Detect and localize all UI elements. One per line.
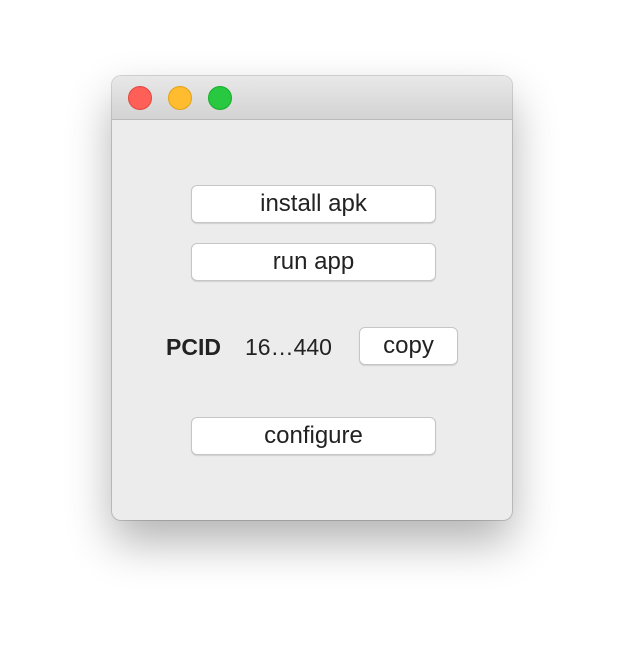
- pcid-value: 16…440: [245, 334, 332, 360]
- zoom-icon[interactable]: [208, 86, 232, 110]
- configure-button[interactable]: configure: [191, 417, 436, 455]
- app-window: install apk run app PCID 16…440 copy con…: [112, 76, 512, 520]
- pcid-label: PCID: [166, 334, 221, 360]
- install-apk-button[interactable]: install apk: [191, 185, 436, 223]
- run-app-button[interactable]: run app: [191, 243, 436, 281]
- minimize-icon[interactable]: [168, 86, 192, 110]
- close-icon[interactable]: [128, 86, 152, 110]
- title-bar[interactable]: [112, 76, 512, 120]
- copy-button[interactable]: copy: [359, 327, 458, 365]
